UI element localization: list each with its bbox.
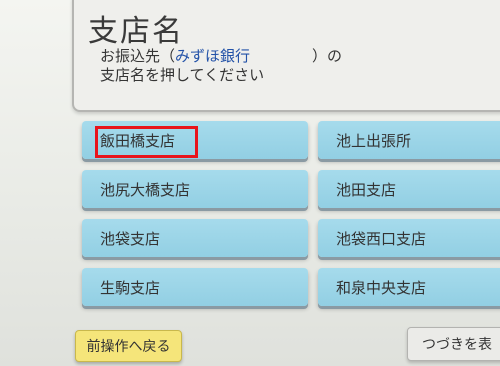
page-title: 支店名: [88, 14, 184, 49]
instruction-line-2: 支店名を押してください: [100, 66, 265, 84]
branch-button-ikegami[interactable]: 池上出張所: [318, 121, 500, 159]
bank-name: みずほ銀行: [175, 47, 251, 65]
instruction-line-1: お振込先（みずほ銀行 ）の: [100, 47, 343, 65]
next-page-button[interactable]: つづきを表: [407, 327, 500, 361]
branch-button-ikejiri-ohashi[interactable]: 池尻大橋支店: [82, 170, 308, 208]
branch-button-ikoma[interactable]: 生駒支店: [82, 268, 308, 306]
branch-button-iidabashi[interactable]: 飯田橋支店: [82, 121, 308, 159]
branch-button-ikebukuro-nishiguchi[interactable]: 池袋西口支店: [318, 219, 500, 257]
branch-button-izumi-chuo[interactable]: 和泉中央支店: [318, 268, 500, 306]
branch-button-ikeda[interactable]: 池田支店: [318, 170, 500, 208]
branch-button-ikebukuro[interactable]: 池袋支店: [82, 219, 308, 257]
back-button[interactable]: 前操作へ戻る: [75, 330, 182, 362]
